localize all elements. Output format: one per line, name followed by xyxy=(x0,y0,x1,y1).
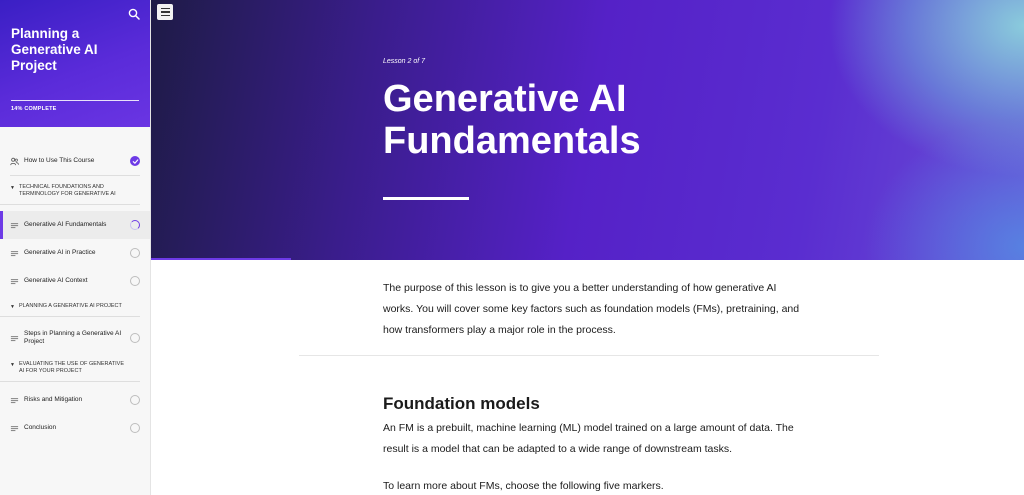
not-started-circle-icon xyxy=(130,248,140,258)
section-heading: Foundation models xyxy=(383,394,540,413)
course-sidebar: Planning a Generative AI Project 14% COM… xyxy=(0,0,151,495)
lesson-list: How to Use This Course ▼ TECHNICAL FOUND… xyxy=(0,127,150,442)
lesson-title: Generative AI Fundamentals xyxy=(383,78,641,162)
section-label: PLANNING A GENERATIVE AI PROJECT xyxy=(18,303,122,309)
text-lines-icon xyxy=(10,397,19,403)
not-started-circle-icon xyxy=(130,395,140,405)
header-divider xyxy=(11,100,139,101)
lesson-item-generative-ai-context[interactable]: Generative AI Context xyxy=(0,267,150,295)
lesson-item-conclusion[interactable]: Conclusion xyxy=(0,414,150,442)
lesson-label: Conclusion xyxy=(24,424,57,431)
lesson-label: Risks and Mitigation xyxy=(24,396,83,403)
search-icon[interactable] xyxy=(128,8,140,20)
not-started-circle-icon xyxy=(130,333,140,343)
lesson-hero-banner: Lesson 2 of 7 Generative AI Fundamentals xyxy=(151,0,1024,260)
course-progress: 14% COMPLETE xyxy=(11,106,57,112)
lesson-content: The purpose of this lesson is to give yo… xyxy=(151,260,1024,495)
lesson-number: Lesson 2 of 7 xyxy=(383,58,426,65)
lesson-intro-paragraph: The purpose of this lesson is to give yo… xyxy=(383,282,800,336)
section-header-evaluating[interactable]: ▼ EVALUATING THE USE OF GENERATIVE AI FO… xyxy=(0,355,140,382)
section-label: EVALUATING THE USE OF GENERATIVE AI FOR … xyxy=(18,361,124,374)
hamburger-menu-icon[interactable] xyxy=(157,4,173,20)
course-title: Planning a Generative AI Project xyxy=(11,26,98,73)
lesson-label: Generative AI in Practice xyxy=(24,249,96,256)
people-icon xyxy=(10,157,19,165)
in-progress-icon xyxy=(130,220,140,230)
lesson-item-generative-ai-in-practice[interactable]: Generative AI in Practice xyxy=(0,239,150,267)
lesson-label: Generative AI Fundamentals xyxy=(24,221,107,228)
caret-down-icon: ▼ xyxy=(10,185,15,191)
text-lines-icon xyxy=(10,425,19,431)
lesson-item-risks-and-mitigation[interactable]: Risks and Mitigation xyxy=(0,386,150,414)
lesson-label: Generative AI Context xyxy=(24,277,88,284)
not-started-circle-icon xyxy=(130,276,140,286)
lesson-item-generative-ai-fundamentals[interactable]: Generative AI Fundamentals xyxy=(0,211,150,239)
text-lines-icon xyxy=(10,222,19,228)
caret-down-icon: ▼ xyxy=(10,362,15,368)
section-paragraph: An FM is a prebuilt, machine learning (M… xyxy=(383,422,794,455)
caret-down-icon: ▼ xyxy=(10,304,15,310)
lesson-item-steps-in-planning[interactable]: Steps in Planning a Generative AI Projec… xyxy=(0,321,150,355)
text-lines-icon xyxy=(10,278,19,284)
sidebar-header: Planning a Generative AI Project 14% COM… xyxy=(0,0,150,127)
markers-instruction: To learn more about FMs, choose the foll… xyxy=(383,480,664,492)
title-underline xyxy=(383,197,469,200)
section-header-technical-foundations[interactable]: ▼ TECHNICAL FOUNDATIONS AND TERMINOLOGY … xyxy=(0,176,140,205)
text-lines-icon xyxy=(10,335,19,341)
section-label: TECHNICAL FOUNDATIONS AND TERMINOLOGY FO… xyxy=(18,184,116,197)
lesson-item-how-to-use[interactable]: How to Use This Course xyxy=(0,147,150,175)
lesson-label: Steps in Planning a Generative AI Projec… xyxy=(24,330,122,345)
content-divider xyxy=(299,355,879,356)
not-started-circle-icon xyxy=(130,423,140,433)
complete-check-icon xyxy=(130,156,140,166)
section-header-planning[interactable]: ▼ PLANNING A GENERATIVE AI PROJECT xyxy=(0,295,140,317)
text-lines-icon xyxy=(10,250,19,256)
lesson-label: How to Use This Course xyxy=(24,157,95,164)
